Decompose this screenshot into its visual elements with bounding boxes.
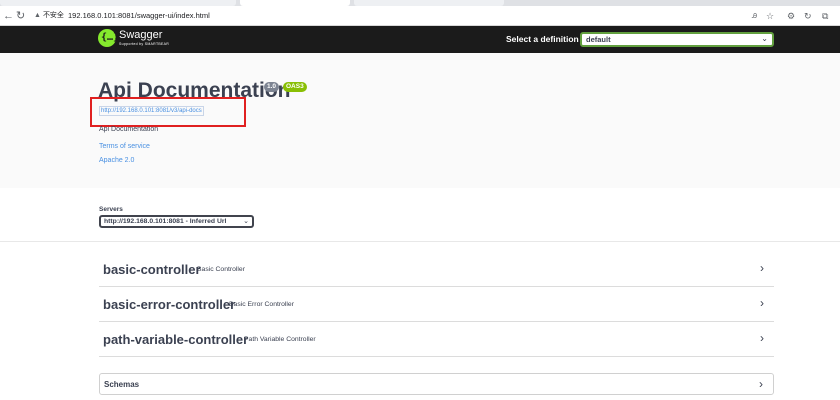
chevron-right-icon[interactable]: ›	[759, 377, 763, 391]
license-link[interactable]: Apache 2.0	[99, 156, 134, 165]
warning-icon: ▲	[34, 12, 41, 19]
swagger-brand-subtitle: Supported by SMARTBEAR	[119, 42, 170, 46]
browser-menu-icon[interactable]: ⧉	[822, 9, 828, 23]
tag-name: basic-controller	[103, 262, 201, 277]
select-definition-label: Select a definition	[506, 34, 579, 44]
swagger-brand[interactable]: Swagger	[119, 29, 162, 41]
chevron-down-icon: ⌄	[243, 218, 249, 225]
tag-basic-controller[interactable]: basic-controller Basic Controller ›	[99, 252, 774, 287]
extensions-icon[interactable]: ⚙	[787, 9, 795, 23]
swagger-logo-icon[interactable]: {…}	[98, 29, 119, 47]
server-select[interactable]: http://192.168.0.101:8081 - Inferred Url…	[99, 215, 254, 228]
sync-icon[interactable]: ↻	[804, 9, 812, 23]
operations-section: basic-controller Basic Controller › basi…	[0, 243, 840, 400]
server-select-value: http://192.168.0.101:8081 - Inferred Url	[104, 218, 227, 225]
back-icon[interactable]: ←	[3, 9, 14, 23]
tag-name: path-variable-controller	[103, 332, 249, 347]
highlight-annotation-box	[90, 97, 246, 127]
api-description: Api Documentation	[99, 126, 159, 133]
chevron-right-icon[interactable]: ›	[760, 261, 764, 275]
chevron-right-icon[interactable]: ›	[760, 296, 764, 310]
oas-badge: OAS3	[283, 82, 307, 92]
tag-path-variable-controller[interactable]: path-variable-controller Path Variable C…	[99, 322, 774, 357]
servers-label: Servers	[99, 206, 123, 213]
tag-description: Basic Error Controller	[229, 301, 294, 308]
terms-of-service-link[interactable]: Terms of service	[99, 142, 150, 151]
tag-basic-error-controller[interactable]: basic-error-controller Basic Error Contr…	[99, 287, 774, 322]
chevron-right-icon[interactable]: ›	[760, 331, 764, 345]
swagger-topbar: {…} Swagger Supported by SMARTBEAR Selec…	[0, 26, 840, 53]
reload-icon[interactable]: ↻	[16, 9, 25, 23]
version-badge: 1.0	[264, 82, 280, 92]
security-label: 不安全	[42, 12, 64, 19]
tag-name: basic-error-controller	[103, 297, 236, 312]
servers-section: Servers http://192.168.0.101:8081 - Infe…	[0, 188, 840, 242]
definition-value: default	[586, 35, 611, 44]
security-indicator[interactable]: ▲ 不安全	[34, 10, 64, 22]
address-bar: ← ↻ ▲ 不安全 192.168.0.101:8081/swagger-ui/i…	[0, 6, 840, 26]
definition-select[interactable]: default ⌄	[580, 32, 774, 47]
tag-description: Path Variable Controller	[244, 336, 316, 343]
info-section: Api Documentation 1.0 OAS3 http://192.16…	[0, 53, 840, 188]
schemas-section[interactable]: Schemas ›	[99, 373, 774, 395]
schemas-label: Schemas	[104, 380, 140, 389]
tag-description: Basic Controller	[197, 266, 245, 273]
translate-icon[interactable]: Ꭿ	[752, 10, 757, 24]
star-icon[interactable]: ☆	[766, 9, 774, 23]
chevron-down-icon: ⌄	[761, 34, 768, 43]
url-field[interactable]: 192.168.0.101:8081/swagger-ui/index.html	[68, 10, 210, 22]
